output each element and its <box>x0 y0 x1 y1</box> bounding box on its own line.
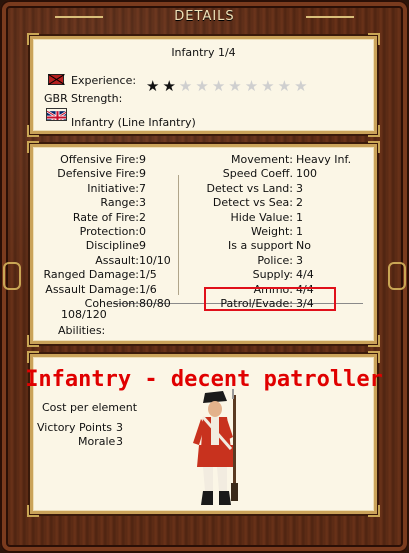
experience-stars: ★★★★★★★★★★ <box>146 78 311 94</box>
left-ornament <box>3 262 21 290</box>
star-icon: ★ <box>178 77 196 95</box>
strength-label: Strength: <box>71 92 123 105</box>
stat-label: Hide Value: <box>230 210 294 224</box>
morale-label: Morale <box>78 435 116 448</box>
stat-value: 10/10 <box>139 253 171 267</box>
stat-value: 1 <box>296 225 303 238</box>
stat-value: 0 <box>139 225 146 238</box>
stat-label: Detect vs Land: <box>206 181 293 195</box>
star-icon: ★ <box>261 77 278 95</box>
star-icon: ★ <box>228 77 245 95</box>
hit-points: 108/120 <box>61 308 107 321</box>
stats-panel: Offensive Fire: 9 Defensive Fire: 9 Initiati… <box>27 141 380 347</box>
stat-value: 3 <box>139 196 146 210</box>
stat-value: 1/6 <box>139 282 157 296</box>
star-icon: ★ <box>146 77 163 95</box>
star-icon: ★ <box>162 77 179 95</box>
star-icon: ★ <box>294 77 311 95</box>
stat-label: Assault: <box>95 253 139 267</box>
stat-value: 3 <box>296 181 303 195</box>
stat-label: Weight: <box>250 225 293 238</box>
stat-value: 1 <box>296 210 303 224</box>
stat-label: Range: <box>100 196 139 210</box>
stat-value: 4/4 <box>296 268 314 282</box>
stat-label: Discipline <box>85 239 139 253</box>
unit-header-panel: Infantry 1/4 Experience: ★★★★★★★★★★ GBR … <box>27 33 380 137</box>
stat-label: Detect vs Sea: <box>212 196 293 210</box>
stat-value: 1/5 <box>139 268 157 282</box>
stat-label: Police: <box>257 253 293 267</box>
window-title: DETAILS <box>55 4 354 30</box>
star-icon: ★ <box>277 77 295 95</box>
stat-value: 9 <box>139 153 146 166</box>
nation-cross-flag-icon <box>48 74 64 85</box>
stat-value: 2 <box>139 210 146 224</box>
stat-label: Supply: <box>252 268 293 282</box>
unit-info-panel: Infantry - decent patroller Cost per ele… <box>25 351 383 517</box>
right-ornament <box>388 262 406 290</box>
abilities-label: Abilities: <box>58 324 106 337</box>
stat-value: 7 <box>139 181 146 195</box>
stat-value: 9 <box>139 239 146 253</box>
stat-label: Protection: <box>79 225 139 238</box>
stat-label: Rate of Fire: <box>72 210 139 224</box>
experience-label: Experience: <box>71 74 137 87</box>
victory-points-label: Victory Points <box>37 421 113 434</box>
details-window: DETAILS Infantry 1/4 Experience: ★★★★★★★… <box>0 0 409 553</box>
stat-label: Offensive Fire: <box>60 153 139 166</box>
stat-value: 9 <box>139 167 146 181</box>
stat-label: Movement: <box>231 153 293 166</box>
star-icon: ★ <box>211 77 229 95</box>
stat-value: No <box>296 239 311 253</box>
union-jack-flag-icon <box>46 108 67 121</box>
stat-label: Speed Coeff. <box>222 167 293 181</box>
stat-value: 80/80 <box>139 297 171 310</box>
victory-points-value: 3 <box>116 421 123 434</box>
stat-value: 100 <box>296 167 317 181</box>
stat-value: 2 <box>296 196 303 210</box>
star-icon: ★ <box>195 77 212 95</box>
nation-code: GBR <box>44 92 68 105</box>
stat-value: 3 <box>296 253 303 267</box>
star-icon: ★ <box>244 77 262 95</box>
stat-value: Heavy Inf. <box>296 153 352 166</box>
stat-label: Assault Damage: <box>45 282 139 296</box>
cost-label: Cost per element <box>42 401 138 414</box>
unit-type-label: Infantry (Line Infantry) <box>71 116 196 129</box>
stat-label: Ranged Damage: <box>43 268 139 282</box>
stat-label: Defensive Fire: <box>57 167 139 181</box>
morale-value: 3 <box>116 435 123 448</box>
stat-label: Is a support <box>228 239 293 253</box>
infantry-soldier-illustration <box>193 389 238 505</box>
unit-title: Infantry 1/4 <box>171 46 236 59</box>
patrol-evade-highlight <box>204 287 336 311</box>
stat-label: Initiative: <box>87 181 139 195</box>
